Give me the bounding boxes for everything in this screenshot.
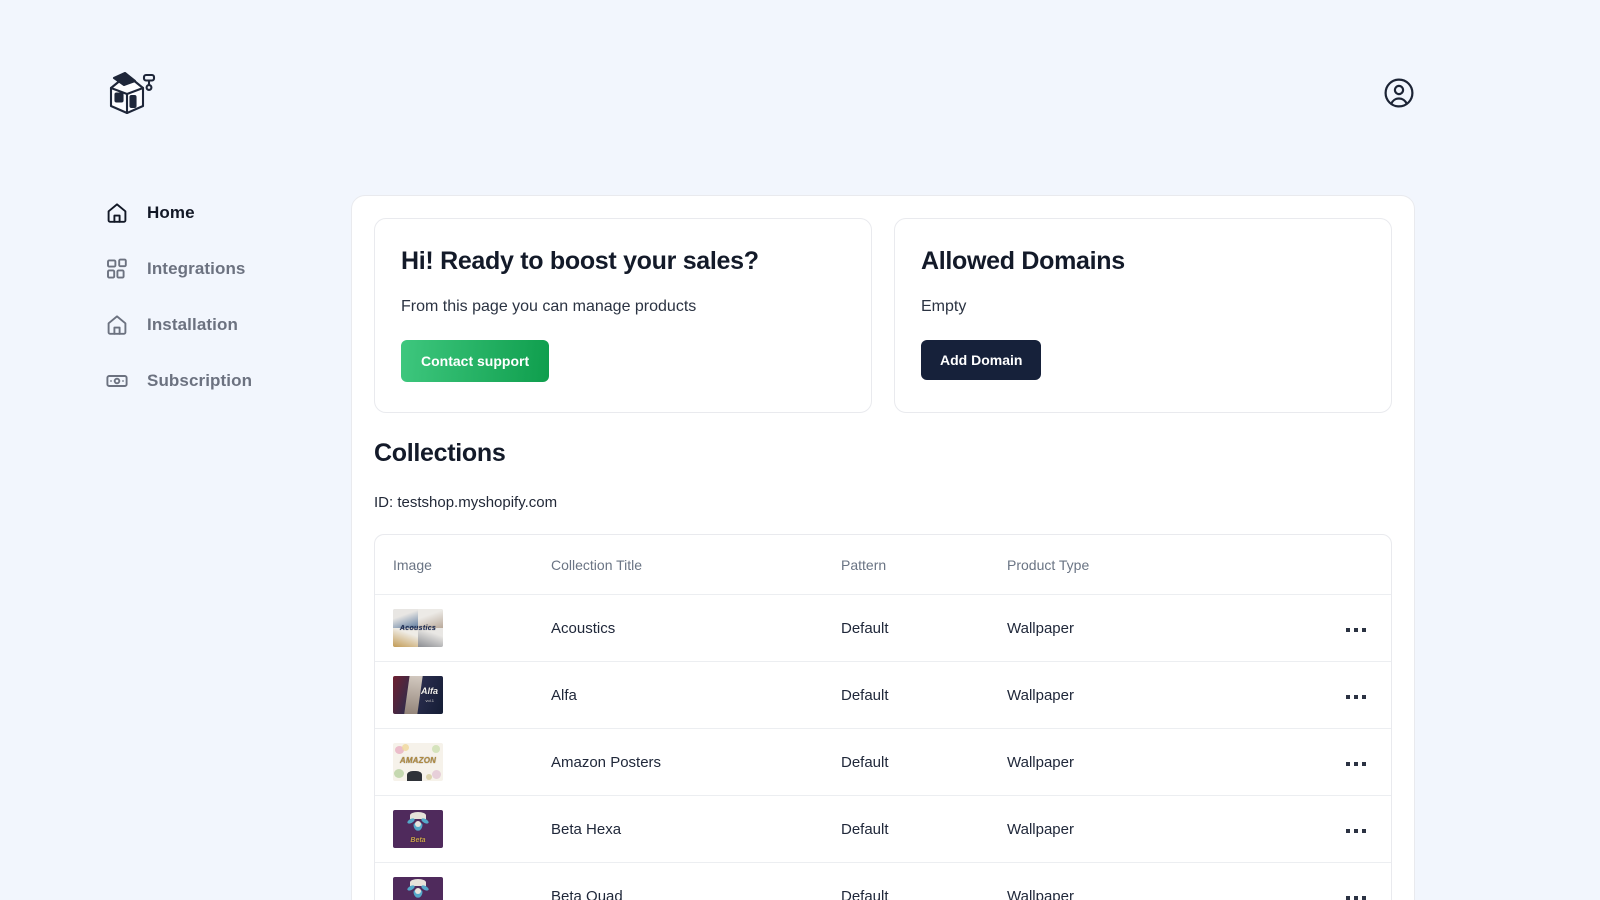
collection-thumbnail: AMAZON bbox=[393, 743, 443, 781]
allowed-domains-status: Empty bbox=[921, 298, 967, 315]
collections-section: Collections ID: testshop.myshopify.com I… bbox=[352, 413, 1414, 900]
welcome-card-body: From this page you can manage products bbox=[401, 298, 697, 315]
table-header-row: Image Collection Title Pattern Product T… bbox=[375, 535, 1391, 595]
sidebar-nav: Home Integrations Installation Subscript… bbox=[0, 185, 350, 409]
column-header-actions bbox=[1273, 535, 1391, 595]
column-header-product-type: Product Type bbox=[1007, 535, 1273, 595]
cell-collection-title: Amazon Posters bbox=[551, 728, 841, 796]
table-row[interactable]: Beta Beta Hexa Default Wallpaper bbox=[375, 795, 1391, 863]
ellipsis-horizontal-icon[interactable] bbox=[1340, 890, 1372, 900]
account-circle-icon[interactable] bbox=[1383, 77, 1415, 109]
shop-id-label: ID: testshop.myshopify.com bbox=[374, 494, 558, 511]
cell-image: Alfa vol.1 bbox=[375, 661, 551, 729]
sidebar-item-home[interactable]: Home bbox=[0, 185, 350, 241]
main-content-panel: Hi! Ready to boost your sales? From this… bbox=[351, 195, 1415, 900]
cell-actions bbox=[1273, 862, 1391, 900]
cell-pattern: Default bbox=[841, 661, 1007, 729]
house-paint-roller-logo bbox=[105, 66, 157, 118]
summary-cards-row: Hi! Ready to boost your sales? From this… bbox=[352, 196, 1414, 413]
collection-thumbnail: Beta bbox=[393, 810, 443, 848]
banknote-icon bbox=[105, 369, 129, 393]
column-header-pattern: Pattern bbox=[841, 535, 1007, 595]
grid-blocks-icon bbox=[105, 257, 129, 281]
allowed-domains-title: Allowed Domains bbox=[921, 247, 1125, 275]
cell-actions bbox=[1273, 728, 1391, 796]
cell-product-type: Wallpaper bbox=[1007, 594, 1273, 662]
collections-table-head: Image Collection Title Pattern Product T… bbox=[375, 535, 1391, 595]
cell-product-type: Wallpaper bbox=[1007, 862, 1273, 900]
cell-pattern: Default bbox=[841, 594, 1007, 662]
sidebar-item-subscription[interactable]: Subscription bbox=[0, 353, 350, 409]
cell-product-type: Wallpaper bbox=[1007, 661, 1273, 729]
welcome-card: Hi! Ready to boost your sales? From this… bbox=[374, 218, 872, 413]
sidebar-item-label: Home bbox=[147, 203, 195, 222]
sidebar-item-label: Subscription bbox=[147, 371, 253, 390]
cell-actions bbox=[1273, 795, 1391, 863]
home-icon bbox=[105, 313, 129, 337]
cell-actions bbox=[1273, 594, 1391, 662]
collection-thumbnail: Beta bbox=[393, 877, 443, 900]
cell-product-type: Wallpaper bbox=[1007, 795, 1273, 863]
collections-table: Image Collection Title Pattern Product T… bbox=[375, 535, 1391, 900]
cell-product-type: Wallpaper bbox=[1007, 728, 1273, 796]
cell-image: Acoustics bbox=[375, 594, 551, 662]
cell-pattern: Default bbox=[841, 728, 1007, 796]
app-root: Home Integrations Installation Subscript… bbox=[0, 0, 1600, 900]
cell-image: AMAZON bbox=[375, 728, 551, 796]
sidebar-item-installation[interactable]: Installation bbox=[0, 297, 350, 353]
collections-table-wrapper: Image Collection Title Pattern Product T… bbox=[374, 534, 1392, 900]
collection-thumbnail: Alfa vol.1 bbox=[393, 676, 443, 714]
column-header-collection-title: Collection Title bbox=[551, 535, 841, 595]
contact-support-button[interactable]: Contact support bbox=[401, 340, 550, 382]
cell-collection-title: Beta Quad bbox=[551, 862, 841, 900]
table-row[interactable]: Acoustics Acoustics Default Wallpaper bbox=[375, 594, 1391, 662]
cell-actions bbox=[1273, 661, 1391, 729]
table-row[interactable]: AMAZON Amazon Posters Default Wallpaper bbox=[375, 728, 1391, 796]
sidebar-item-integrations[interactable]: Integrations bbox=[0, 241, 350, 297]
cell-image: Beta bbox=[375, 862, 551, 900]
add-domain-button[interactable]: Add Domain bbox=[921, 340, 1042, 380]
home-icon bbox=[105, 201, 129, 225]
cell-pattern: Default bbox=[841, 795, 1007, 863]
cell-pattern: Default bbox=[841, 862, 1007, 900]
ellipsis-horizontal-icon[interactable] bbox=[1340, 823, 1372, 839]
collections-title: Collections bbox=[374, 439, 506, 467]
cell-image: Beta bbox=[375, 795, 551, 863]
ellipsis-horizontal-icon[interactable] bbox=[1340, 756, 1372, 772]
cell-collection-title: Beta Hexa bbox=[551, 795, 841, 863]
collections-table-body: Acoustics Acoustics Default Wallpaper Alfa vo… bbox=[375, 594, 1391, 900]
sidebar-item-label: Integrations bbox=[147, 259, 246, 278]
column-header-image: Image bbox=[375, 535, 551, 595]
ellipsis-horizontal-icon[interactable] bbox=[1340, 689, 1372, 705]
cell-collection-title: Alfa bbox=[551, 661, 841, 729]
allowed-domains-card: Allowed Domains Empty Add Domain bbox=[894, 218, 1392, 413]
table-row[interactable]: Beta Beta QuadDefaultWallpaper bbox=[375, 862, 1391, 900]
ellipsis-horizontal-icon[interactable] bbox=[1340, 622, 1372, 638]
table-row[interactable]: Alfa vol.1 Alfa Default Wallpaper bbox=[375, 661, 1391, 729]
cell-collection-title: Acoustics bbox=[551, 594, 841, 662]
sidebar-item-label: Installation bbox=[147, 315, 238, 334]
collection-thumbnail: Acoustics bbox=[393, 609, 443, 647]
welcome-card-title: Hi! Ready to boost your sales? bbox=[401, 247, 759, 275]
top-bar bbox=[0, 0, 1600, 185]
